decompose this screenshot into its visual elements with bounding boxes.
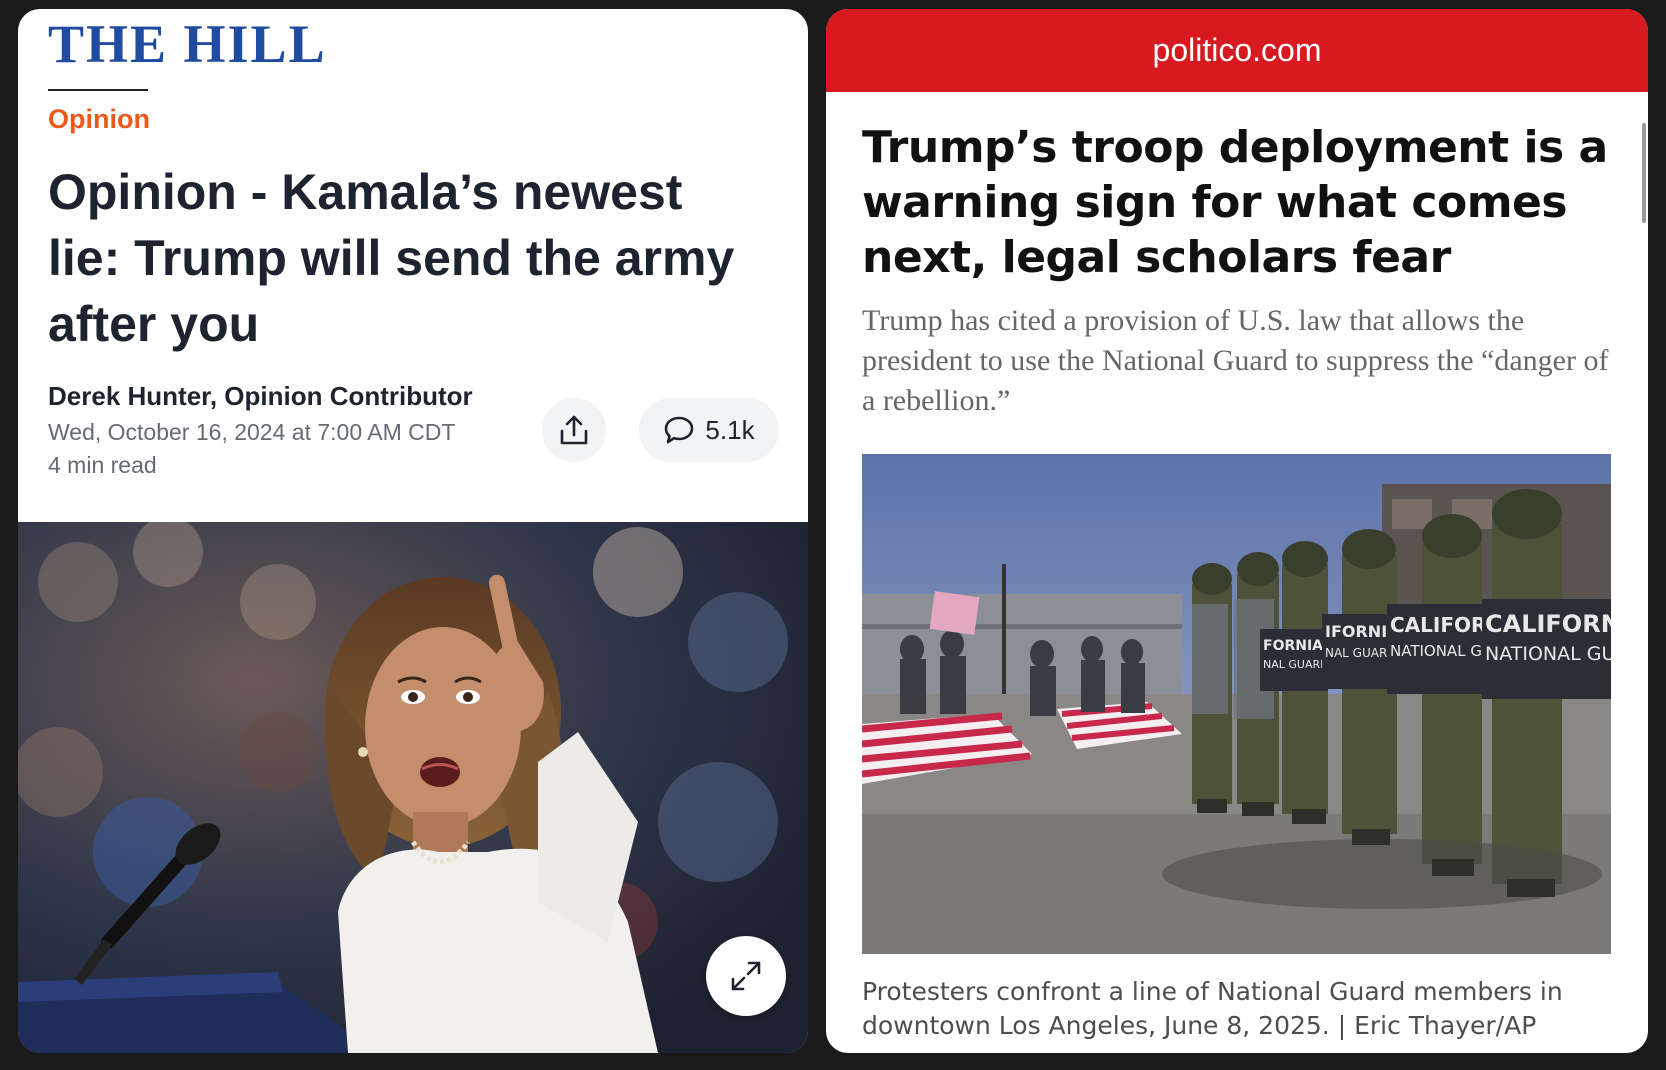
- author-byline[interactable]: Derek Hunter, Opinion Contributor: [48, 381, 473, 412]
- the-hill-article-card: THE HILL Opinion Opinion - Kamala’s newe…: [18, 9, 808, 1053]
- article-headline: Opinion - Kamala’s newest lie: Trump wil…: [48, 164, 735, 352]
- the-hill-logo[interactable]: THE HILL: [48, 17, 327, 71]
- url-text[interactable]: politico.com: [1153, 32, 1322, 69]
- read-time: 4 min read: [48, 452, 157, 478]
- publish-date: Wed, October 16, 2024 at 7:00 AM CDT: [48, 419, 456, 445]
- scrollbar-thumb[interactable]: [1642, 123, 1646, 223]
- section-label[interactable]: Opinion: [48, 104, 150, 135]
- shield-text: NAL GUARD: [1325, 646, 1397, 660]
- politico-article-card: politico.com Trump’s troop deployment is…: [826, 9, 1648, 1053]
- browser-url-bar[interactable]: politico.com: [826, 9, 1648, 92]
- comment-icon: [665, 416, 694, 444]
- shield-text: NATIONAL GUARD: [1485, 643, 1611, 665]
- logo-divider: [48, 89, 148, 91]
- expand-icon: [731, 961, 761, 991]
- article-headline: Trump’s troop deployment is a warning si…: [862, 122, 1608, 283]
- comment-count: 5.1k: [705, 414, 755, 445]
- expand-image-button[interactable]: [706, 936, 786, 1016]
- shield-text: CALIFORNIA: [1485, 610, 1611, 638]
- comments-button[interactable]: 5.1k: [639, 398, 779, 462]
- shield-text: NAL GUARD: [1263, 658, 1329, 671]
- share-button[interactable]: [542, 398, 606, 462]
- shield-text: FORNIA: [1263, 638, 1323, 654]
- photo-caption: Protesters confront a line of National G…: [862, 977, 1563, 1040]
- article-dek: Trump has cited a provision of U.S. law …: [862, 304, 1609, 417]
- share-icon: [560, 415, 588, 445]
- article-photo[interactable]: FORNIA NAL GUARD IFORNIA NAL GUARD CALIF…: [862, 454, 1611, 954]
- article-hero-image[interactable]: [18, 522, 808, 1053]
